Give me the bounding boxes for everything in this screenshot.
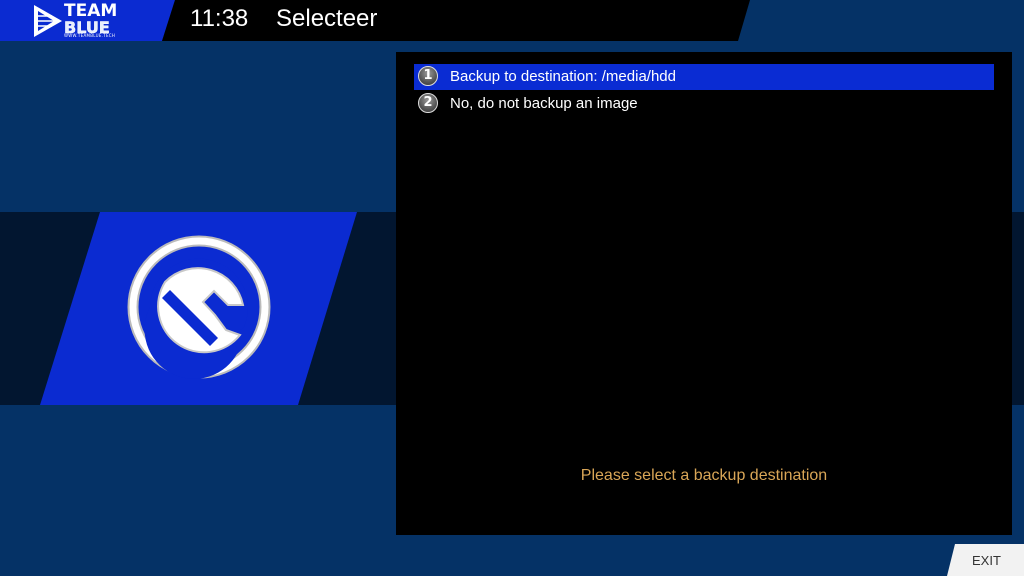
- number-1-icon: 1: [418, 66, 438, 86]
- menu-item-backup-to-destination[interactable]: 1 Backup to destination: /media/hdd: [414, 64, 994, 90]
- number-2-icon: 2: [418, 93, 438, 113]
- wrench-icon: [127, 235, 271, 379]
- exit-label[interactable]: EXIT: [972, 553, 1001, 568]
- logo-text: TEAM BLUE: [64, 3, 118, 36]
- hint-text: Please select a backup destination: [580, 467, 828, 484]
- logo-triangle-icon: [34, 5, 62, 37]
- logo-subtext: WWW.TEAMBLUE.TECH: [64, 33, 116, 38]
- top-bar-shape: [0, 0, 750, 41]
- menu-item-no-backup[interactable]: 2 No, do not backup an image: [414, 91, 994, 117]
- menu-item-label: Backup to destination: /media/hdd: [450, 68, 676, 85]
- menu-item-label: No, do not backup an image: [450, 95, 638, 112]
- top-bar: TEAM BLUE WWW.TEAMBLUE.TECH 11:38 Select…: [0, 0, 1024, 41]
- menu-panel: 1 Backup to destination: /media/hdd 2 No…: [396, 52, 1012, 535]
- wrench-panel: [40, 212, 357, 405]
- clock: 11:38: [190, 5, 249, 32]
- page-title: Selecteer: [276, 5, 378, 32]
